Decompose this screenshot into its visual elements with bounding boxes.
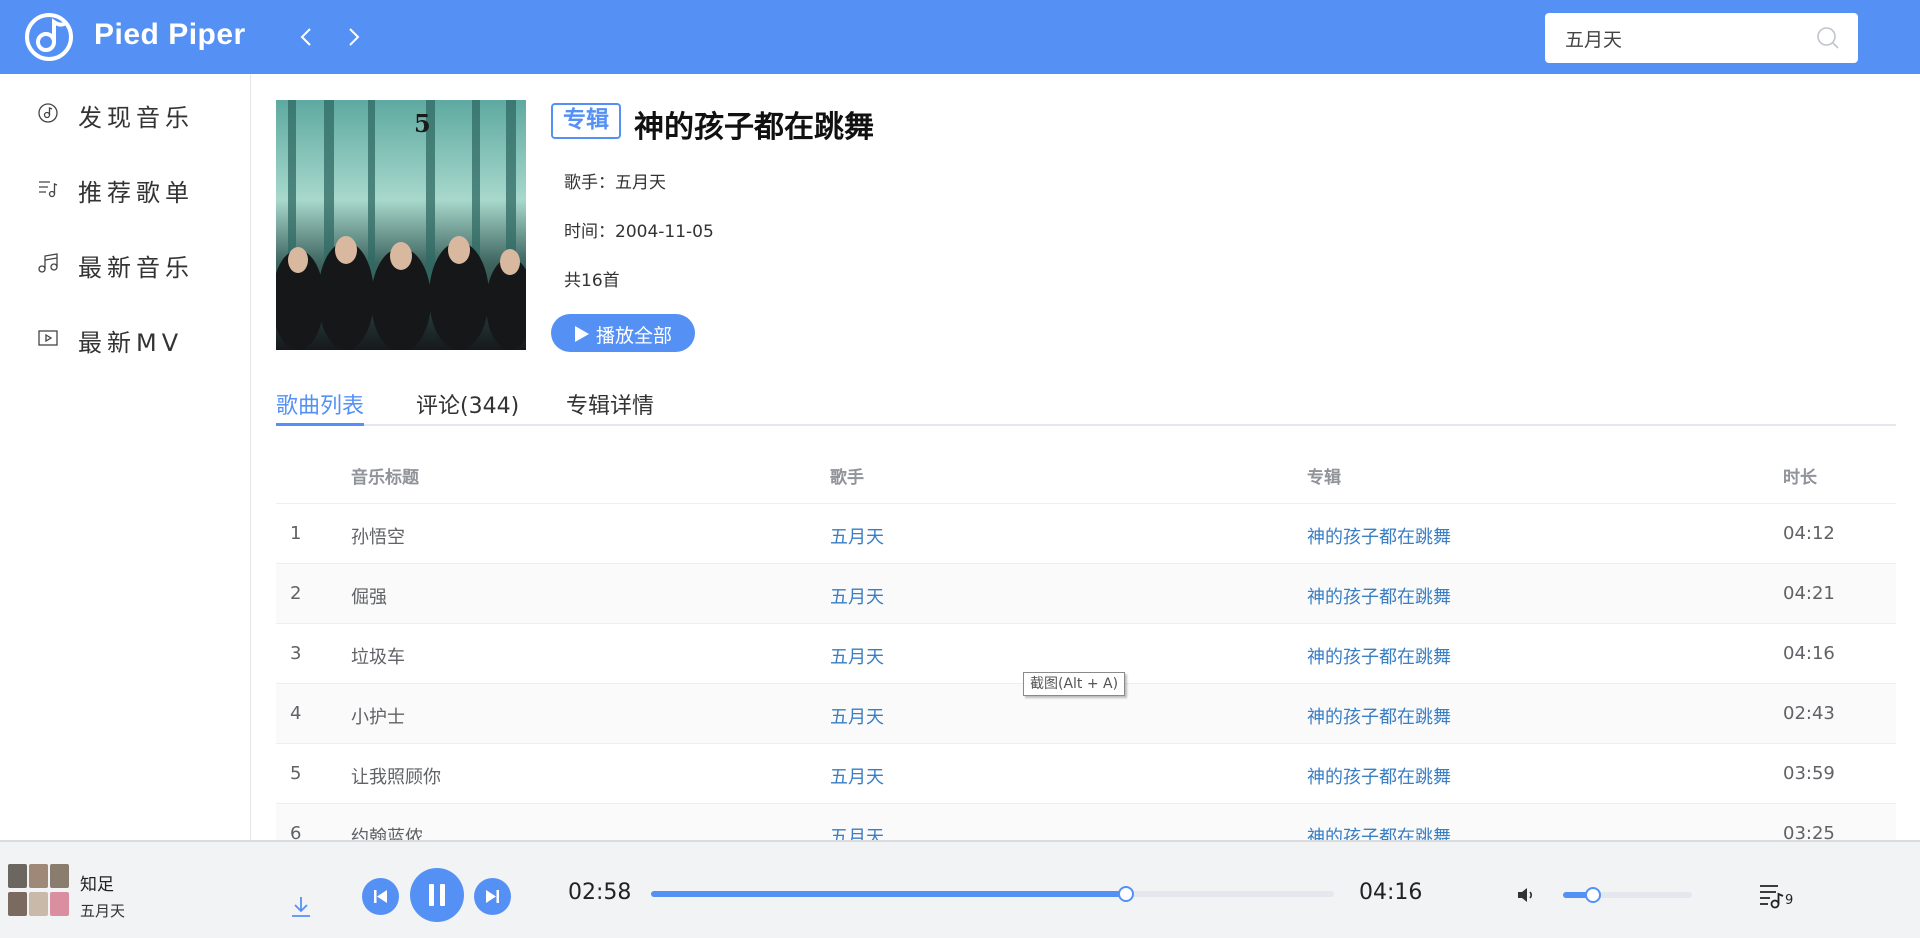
volume-slider[interactable] — [1563, 887, 1692, 903]
current-time: 02:58 — [568, 880, 632, 905]
download-icon[interactable] — [288, 894, 314, 920]
row-artist-link[interactable]: 五月天 — [830, 583, 884, 609]
volume-handle[interactable] — [1585, 887, 1601, 903]
sidebar-item-new-mv[interactable]: 最新MV — [0, 307, 250, 367]
sidebar-item-label: 最新音乐 — [78, 254, 194, 282]
album-track-count: 共16首 — [564, 271, 620, 291]
cover-thumb — [8, 892, 27, 916]
cover-thumb — [50, 892, 69, 916]
sidebar-item-label: 推荐歌单 — [78, 179, 194, 207]
row-album-link[interactable]: 神的孩子都在跳舞 — [1307, 643, 1451, 669]
tab-comments[interactable]: 评论(344) — [416, 388, 519, 426]
music-logo-icon — [25, 13, 73, 61]
album-artist: 歌手：五月天 — [564, 173, 666, 193]
cover-thumb — [50, 864, 69, 888]
progress-handle[interactable] — [1118, 886, 1134, 902]
play-icon — [575, 326, 589, 342]
play-all-button[interactable]: 播放全部 — [551, 314, 695, 352]
row-index: 1 — [290, 523, 302, 544]
disc-icon — [38, 103, 58, 123]
sidebar-item-discover[interactable]: 发现音乐 — [0, 82, 250, 142]
album-cover-art: 5 — [276, 100, 526, 350]
playlist-queue-icon[interactable] — [1758, 880, 1786, 910]
table-header: 音乐标题 歌手 专辑 时长 — [276, 444, 1896, 504]
previous-track-button[interactable] — [362, 878, 399, 915]
album-release-date: 时间：2004-11-05 — [564, 222, 714, 242]
row-artist-link[interactable]: 五月天 — [830, 703, 884, 729]
row-duration: 02:43 — [1783, 703, 1835, 724]
row-album-link[interactable]: 神的孩子都在跳舞 — [1307, 703, 1451, 729]
table-row[interactable]: 2 倔强 五月天 神的孩子都在跳舞 04:21 — [276, 564, 1896, 624]
forward-arrow-icon[interactable] — [340, 24, 366, 50]
back-arrow-icon[interactable] — [294, 24, 320, 50]
column-header-artist: 歌手 — [830, 468, 864, 488]
sidebar-item-new-music[interactable]: 最新音乐 — [0, 232, 250, 292]
row-album-link[interactable]: 神的孩子都在跳舞 — [1307, 763, 1451, 789]
play-all-label: 播放全部 — [596, 325, 673, 347]
now-playing-cover[interactable] — [8, 862, 69, 922]
sidebar-item-recommended-playlists[interactable]: 推荐歌单 — [0, 157, 250, 217]
search-box — [1545, 13, 1858, 63]
table-row[interactable]: 5 让我照顾你 五月天 神的孩子都在跳舞 03:59 — [276, 744, 1896, 804]
now-playing-title: 知足 — [80, 875, 114, 895]
row-duration: 03:59 — [1783, 763, 1835, 784]
row-duration: 04:21 — [1783, 583, 1835, 604]
row-index: 5 — [290, 763, 302, 784]
tab-bar: 歌曲列表 评论(344) 专辑详情 — [276, 386, 1896, 426]
pause-button[interactable] — [410, 868, 464, 922]
sidebar-item-label: 最新MV — [78, 329, 184, 357]
row-album-link[interactable]: 神的孩子都在跳舞 — [1307, 523, 1451, 549]
player-bar: 知足 五月天 02:58 04:16 9 — [0, 840, 1920, 938]
row-duration: 04:12 — [1783, 523, 1835, 544]
skip-next-icon — [486, 890, 499, 903]
row-artist-link[interactable]: 五月天 — [830, 763, 884, 789]
sidebar-item-label: 发现音乐 — [78, 104, 194, 132]
row-title: 孙悟空 — [351, 527, 405, 548]
now-playing-artist: 五月天 — [80, 902, 126, 920]
column-header-title: 音乐标题 — [351, 468, 419, 488]
search-icon[interactable] — [1816, 26, 1840, 50]
column-header-album: 专辑 — [1307, 468, 1341, 488]
row-title: 倔强 — [351, 587, 387, 608]
row-title: 让我照顾你 — [351, 767, 441, 788]
volume-icon[interactable] — [1514, 883, 1538, 907]
cover-mark: 5 — [414, 109, 431, 138]
music-note-icon — [38, 253, 58, 273]
progress-fill — [651, 891, 1126, 897]
row-album-link[interactable]: 神的孩子都在跳舞 — [1307, 583, 1451, 609]
row-title: 垃圾车 — [351, 647, 405, 668]
tab-song-list[interactable]: 歌曲列表 — [276, 388, 365, 426]
playlist-icon — [39, 181, 58, 198]
row-index: 3 — [290, 643, 302, 664]
sidebar: 发现音乐 推荐歌单 最新音乐 最新MV — [0, 74, 251, 840]
row-artist-link[interactable]: 五月天 — [830, 523, 884, 549]
song-table: 音乐标题 歌手 专辑 时长 1 孙悟空 五月天 神的孩子都在跳舞 04:12 2… — [276, 444, 1896, 864]
row-index: 2 — [290, 583, 302, 604]
tab-album-details[interactable]: 专辑详情 — [566, 388, 654, 426]
row-artist-link[interactable]: 五月天 — [830, 643, 884, 669]
table-row[interactable]: 1 孙悟空 五月天 神的孩子都在跳舞 04:12 — [276, 504, 1896, 564]
row-title: 小护士 — [351, 707, 405, 728]
top-bar: Pied Piper — [0, 0, 1920, 74]
next-track-button[interactable] — [474, 878, 511, 915]
cover-thumb — [8, 864, 27, 888]
search-input[interactable] — [1565, 23, 1805, 53]
row-index: 4 — [290, 703, 302, 724]
album-tag: 专辑 — [551, 103, 621, 139]
album-title: 神的孩子都在跳舞 — [634, 110, 874, 145]
video-icon — [38, 330, 58, 346]
cover-thumb — [29, 864, 48, 888]
playlist-count-badge: 9 — [1785, 893, 1794, 908]
total-time: 04:16 — [1359, 880, 1423, 905]
skip-previous-icon — [374, 890, 387, 903]
pause-icon — [429, 884, 445, 906]
row-duration: 04:16 — [1783, 643, 1835, 664]
progress-slider[interactable] — [651, 886, 1334, 902]
screenshot-tooltip: 截图(Alt + A) — [1023, 672, 1126, 696]
cover-thumb — [29, 892, 48, 916]
album-cover: 5 — [276, 100, 526, 350]
column-header-duration: 时长 — [1783, 468, 1817, 488]
app-name: Pied Piper — [94, 18, 246, 51]
